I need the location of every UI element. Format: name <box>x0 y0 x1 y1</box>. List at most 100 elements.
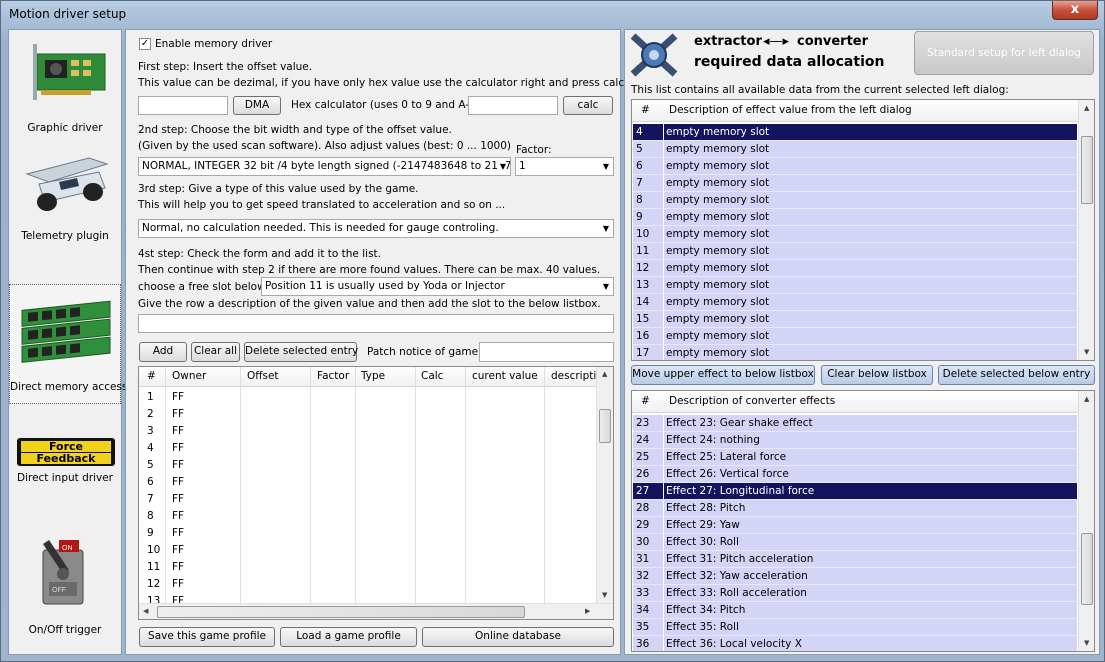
scroll-thumb[interactable] <box>599 409 611 443</box>
delete-entry-button[interactable]: Delete selected entry <box>244 342 358 362</box>
clear-all-button[interactable]: Clear all <box>191 342 240 362</box>
scroll-thumb[interactable] <box>157 606 525 618</box>
description-input[interactable] <box>138 314 614 333</box>
list-item[interactable]: 32 Effect 32: Yaw acceleration <box>633 568 1077 585</box>
memory-table[interactable]: # Owner Offset Factor Type Calc curent v… <box>138 366 614 620</box>
factor-select[interactable]: 1 ▼ <box>515 157 614 176</box>
list-item[interactable]: 35 Effect 35: Roll <box>633 619 1077 636</box>
list-item[interactable]: 30 Effect 30: Roll <box>633 534 1077 551</box>
vertical-scrollbar[interactable]: ▲ ▼ <box>1078 100 1094 360</box>
hex-input[interactable] <box>468 96 558 115</box>
item-description: Effect 35: Roll <box>666 621 739 633</box>
list-item[interactable]: 8 empty memory slot <box>633 192 1077 209</box>
online-database-button[interactable]: Online database <box>422 627 614 647</box>
list-item[interactable]: 9 empty memory slot <box>633 209 1077 226</box>
nav-item-direct-input[interactable]: Force Feedback Direct input driver <box>9 426 121 534</box>
enable-memory-checkbox[interactable]: ✓ <box>139 38 151 50</box>
table-row[interactable]: 11 FF <box>139 559 595 576</box>
list-item[interactable]: 10 empty memory slot <box>633 226 1077 243</box>
chevron-down-icon: ▼ <box>602 224 609 233</box>
list-item[interactable]: 33 Effect 33: Roll acceleration <box>633 585 1077 602</box>
row-owner: FF <box>172 442 185 454</box>
list-item[interactable]: 25 Effect 25: Lateral force <box>633 449 1077 466</box>
table-row[interactable]: 5 FF <box>139 457 595 474</box>
calc-type-select[interactable]: Normal, no calculation needed. This is n… <box>138 219 614 238</box>
list-item[interactable]: 13 empty memory slot <box>633 277 1077 294</box>
memory-driver-panel: ✓ Enable memory driver First step: Inser… <box>125 29 654 655</box>
list-item[interactable]: 16 empty memory slot <box>633 328 1077 345</box>
table-row[interactable]: 9 FF <box>139 525 595 542</box>
scroll-down-icon[interactable]: ▼ <box>1084 348 1089 356</box>
move-effect-button[interactable]: Move upper effect to below listbox <box>631 365 815 385</box>
scroll-left-icon[interactable]: ◀ <box>143 607 148 615</box>
list-item[interactable]: 11 empty memory slot <box>633 243 1077 260</box>
list-item[interactable]: 7 empty memory slot <box>633 175 1077 192</box>
row-number: 6 <box>147 476 154 488</box>
value-type-select[interactable]: NORMAL, INTEGER 32 bit /4 byte length si… <box>138 157 511 176</box>
close-button[interactable]: x <box>1052 1 1098 20</box>
item-number: 16 <box>636 330 650 342</box>
hex-calculator-label: Hex calculator (uses 0 to 9 and A-F) <box>291 99 480 111</box>
title-bar[interactable]: Motion driver setup x <box>1 1 1105 27</box>
nav-item-graphic-driver[interactable]: Graphic driver <box>9 30 121 138</box>
list-item[interactable]: 17 empty memory slot <box>633 345 1077 360</box>
converter-effects-list[interactable]: # Description of converter effects 23 Eff… <box>631 390 1095 652</box>
vertical-scrollbar[interactable]: ▲ ▼ <box>1078 391 1094 651</box>
scroll-down-icon[interactable]: ▼ <box>1084 639 1089 647</box>
load-profile-button[interactable]: Load a game profile <box>280 627 417 647</box>
list-item[interactable]: 26 Effect 26: Vertical force <box>633 466 1077 483</box>
dma-button[interactable]: DMA <box>233 96 281 115</box>
scroll-up-icon[interactable]: ▲ <box>1084 104 1089 112</box>
table-row[interactable]: 3 FF <box>139 423 595 440</box>
scroll-down-icon[interactable]: ▼ <box>602 591 607 599</box>
chevron-down-icon: ▼ <box>602 282 609 291</box>
scroll-up-icon[interactable]: ▲ <box>602 370 607 378</box>
column-header: Offset <box>247 370 279 382</box>
list-item[interactable]: 36 Effect 36: Local velocity X <box>633 636 1077 651</box>
scroll-up-icon[interactable]: ▲ <box>1084 395 1089 403</box>
nav-item-onoff-trigger[interactable]: ON OFF On/Off trigger <box>9 526 121 640</box>
slot-select[interactable]: Position 11 is usually used by Yoda or I… <box>261 277 614 296</box>
table-row[interactable]: 4 FF <box>139 440 595 457</box>
list-item[interactable]: 4 empty memory slot <box>633 124 1077 141</box>
list-item[interactable]: 24 Effect 24: nothing <box>633 432 1077 449</box>
row-number: 11 <box>147 561 161 573</box>
table-row[interactable]: 2 FF <box>139 406 595 423</box>
list-item[interactable]: 31 Effect 31: Pitch acceleration <box>633 551 1077 568</box>
list-item[interactable]: 5 empty memory slot <box>633 141 1077 158</box>
row-number: 3 <box>147 425 154 437</box>
table-row[interactable]: 8 FF <box>139 508 595 525</box>
nav-item-telemetry-plugin[interactable]: Telemetry plugin <box>9 138 121 246</box>
offset-input[interactable] <box>138 96 228 115</box>
add-button[interactable]: Add <box>139 342 187 362</box>
list-item[interactable]: 27 Effect 27: Longitudinal force <box>633 483 1077 500</box>
list-item[interactable]: 23 Effect 23: Gear shake effect <box>633 415 1077 432</box>
list-item[interactable]: 12 empty memory slot <box>633 260 1077 277</box>
list-item[interactable]: 6 empty memory slot <box>633 158 1077 175</box>
table-row[interactable]: 10 FF <box>139 542 595 559</box>
patch-notice-input[interactable] <box>479 342 614 362</box>
table-row[interactable]: 6 FF <box>139 474 595 491</box>
scroll-right-icon[interactable]: ▶ <box>585 607 590 615</box>
table-row[interactable]: 7 FF <box>139 491 595 508</box>
table-row[interactable]: 1 FF <box>139 389 595 406</box>
calc-button[interactable]: calc <box>563 96 613 115</box>
clear-below-button[interactable]: Clear below listbox <box>821 365 933 385</box>
standard-setup-button[interactable]: Standard setup for left dialog <box>914 31 1094 75</box>
nav-item-direct-memory[interactable]: Direct memory access <box>9 284 127 404</box>
vertical-scrollbar[interactable]: ▲ ▼ <box>596 367 613 603</box>
horizontal-scrollbar[interactable]: ◀ ▶ <box>139 603 613 619</box>
save-profile-button[interactable]: Save this game profile <box>139 627 275 647</box>
item-description: Effect 31: Pitch acceleration <box>666 553 814 565</box>
list-item[interactable]: 28 Effect 28: Pitch <box>633 500 1077 517</box>
list-item[interactable]: 14 empty memory slot <box>633 294 1077 311</box>
list-item[interactable]: 29 Effect 29: Yaw <box>633 517 1077 534</box>
list-item[interactable]: 15 empty memory slot <box>633 311 1077 328</box>
scroll-thumb[interactable] <box>1081 136 1093 204</box>
column-header: Owner <box>172 370 207 382</box>
available-data-list[interactable]: # Description of effect value from the l… <box>631 99 1095 361</box>
delete-below-button[interactable]: Delete selected below entry <box>938 365 1095 385</box>
list-item[interactable]: 34 Effect 34: Pitch <box>633 602 1077 619</box>
scroll-thumb[interactable] <box>1081 533 1093 605</box>
table-row[interactable]: 12 FF <box>139 576 595 593</box>
